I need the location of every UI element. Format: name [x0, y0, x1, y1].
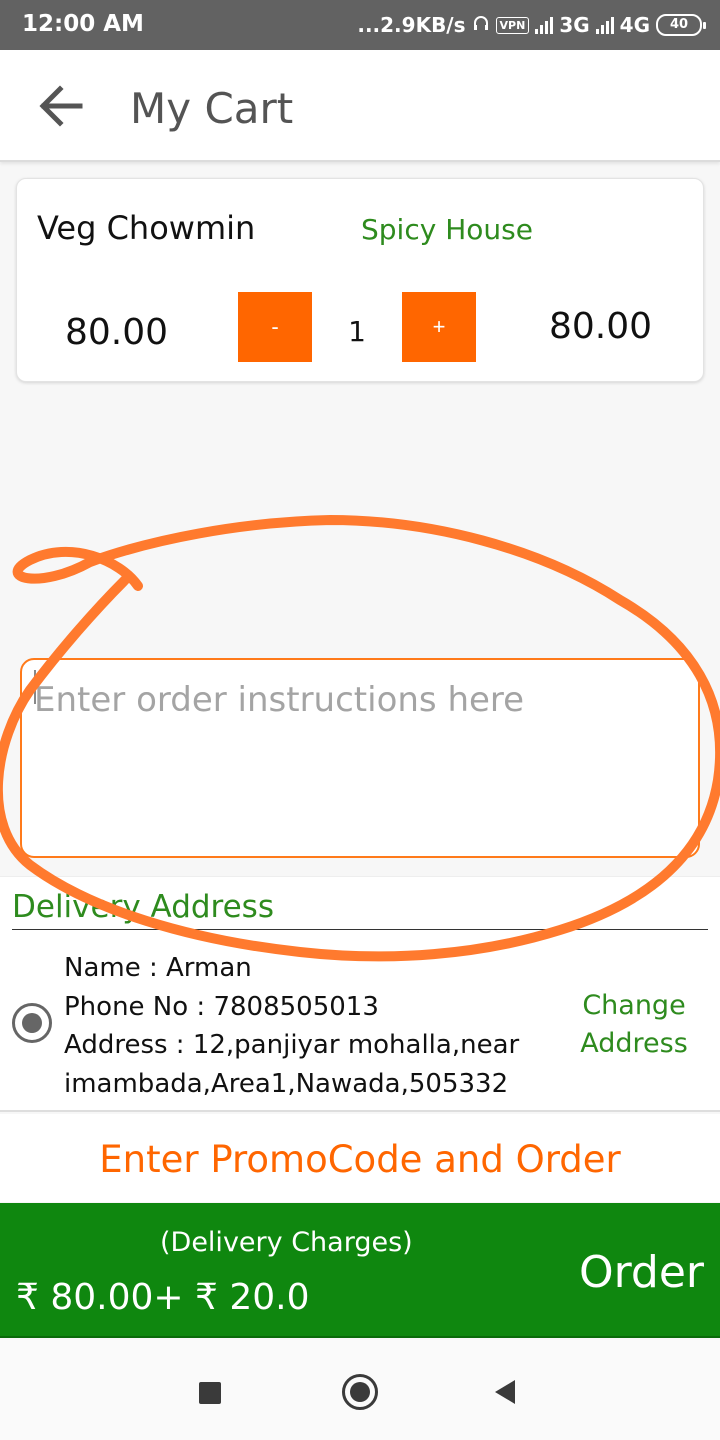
address-line-1: Address : 12,panjiyar mohalla,near: [64, 1030, 520, 1060]
address-phone: Phone No : 7808505013: [64, 991, 379, 1022]
unit-price: 80.00: [65, 312, 169, 353]
cart-item-card: Veg Chowmin Spicy House 80.00 - 1 + 80.0…: [16, 178, 704, 382]
square-recent-icon[interactable]: [199, 1382, 221, 1404]
delivery-address-heading: Delivery Address: [12, 889, 274, 925]
address-details: Name : Arman Phone No : 7808505013 Addre…: [64, 949, 519, 1103]
change-address-label-1: Change: [582, 990, 686, 1021]
headphone-icon: [472, 13, 490, 37]
increase-quantity-button[interactable]: +: [402, 292, 476, 362]
vpn-badge: VPN: [495, 16, 530, 34]
delivery-address-section: Delivery Address Name : Arman Phone No :…: [0, 876, 720, 1112]
arrow-left-icon: [39, 85, 83, 127]
signal-icon-2: [595, 16, 614, 34]
line-total: 80.00: [549, 306, 653, 347]
address-radio-selected[interactable]: [12, 1003, 52, 1043]
change-address-link[interactable]: Change Address: [570, 987, 698, 1063]
order-button[interactable]: Order: [579, 1247, 704, 1298]
network-4g: 4G: [619, 13, 650, 37]
signal-icon: [535, 16, 554, 34]
restaurant-name: Spicy House: [361, 213, 533, 246]
circle-home-icon[interactable]: [342, 1374, 378, 1410]
quantity-value: 1: [348, 315, 366, 348]
app-bar: My Cart: [0, 50, 720, 162]
item-name: Veg Chowmin: [37, 209, 256, 247]
order-totals: ₹ 80.00+ ₹ 20.0: [16, 1277, 310, 1318]
order-instructions-box: [20, 658, 700, 858]
address-name: Name : Arman: [64, 953, 252, 983]
order-bar: (Delivery Charges) ₹ 80.00+ ₹ 20.0 Order: [0, 1203, 720, 1338]
divider: [12, 929, 708, 930]
network-3g: 3G: [559, 13, 590, 37]
system-nav-bar: [0, 1340, 720, 1440]
text-cursor: [34, 670, 36, 704]
triangle-back-icon[interactable]: [495, 1380, 515, 1404]
network-speed: ...2.9KB/s: [357, 13, 466, 37]
order-instructions-input[interactable]: [22, 660, 698, 856]
status-bar: 12:00 AM ...2.9KB/s VPN 3G 4G 40: [0, 0, 720, 50]
status-indicators: ...2.9KB/s VPN 3G 4G 40: [357, 12, 706, 38]
decrease-quantity-button[interactable]: -: [238, 292, 312, 362]
promo-code-link[interactable]: Enter PromoCode and Order: [0, 1114, 720, 1181]
page-title: My Cart: [130, 84, 294, 133]
address-line-2: imambada,Area1,Nawada,505332: [64, 1068, 509, 1099]
change-address-label-2: Address: [580, 1028, 688, 1059]
battery-icon: 40: [656, 14, 706, 36]
back-button[interactable]: [34, 80, 90, 132]
promo-section: Enter PromoCode and Order: [0, 1114, 720, 1202]
delivery-charges-label: (Delivery Charges): [160, 1227, 413, 1258]
status-time: 12:00 AM: [22, 11, 144, 37]
